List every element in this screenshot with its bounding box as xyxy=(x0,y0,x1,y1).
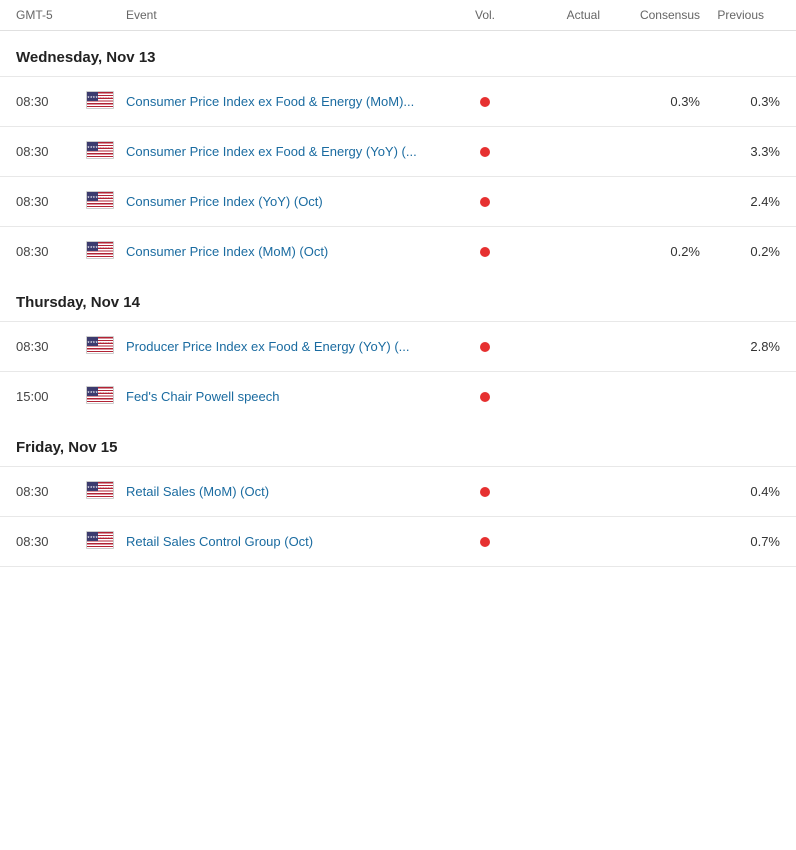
event-previous: 0.7% xyxy=(700,534,780,549)
event-name[interactable]: Consumer Price Index (YoY) (Oct) xyxy=(126,194,460,209)
table-row[interactable]: 08:30 ★★★★★★★★★★★★★★★★★★★★★★★★★★★★★★★★★★… xyxy=(0,76,796,126)
event-time: 08:30 xyxy=(16,194,86,209)
table-row[interactable]: 08:30 ★★★★★★★★★★★★★★★★★★★★★★★★★★★★★★★★★★… xyxy=(0,226,796,276)
event-volatility xyxy=(460,147,510,157)
col-header-time: GMT-5 xyxy=(16,8,86,22)
event-previous: 0.2% xyxy=(700,244,780,259)
event-flag: ★★★★★★★★★★★★★★★★★★★★★★★★★★★★★★★★★★★★★★★★… xyxy=(86,141,126,162)
event-flag: ★★★★★★★★★★★★★★★★★★★★★★★★★★★★★★★★★★★★★★★★… xyxy=(86,531,126,552)
table-row[interactable]: 08:30 ★★★★★★★★★★★★★★★★★★★★★★★★★★★★★★★★★★… xyxy=(0,321,796,371)
sections-container: Wednesday, Nov 1308:30 ★★★★★★★★★★★★★★★★★… xyxy=(0,31,796,567)
event-previous: 2.8% xyxy=(700,339,780,354)
event-name[interactable]: Retail Sales (MoM) (Oct) xyxy=(126,484,460,499)
volatility-dot-icon xyxy=(480,247,490,257)
col-header-previous: Previous xyxy=(700,8,780,22)
table-header: GMT-5 Event Vol. Actual Consensus Previo… xyxy=(0,0,796,31)
table-row[interactable]: 08:30 ★★★★★★★★★★★★★★★★★★★★★★★★★★★★★★★★★★… xyxy=(0,516,796,567)
event-flag: ★★★★★★★★★★★★★★★★★★★★★★★★★★★★★★★★★★★★★★★★… xyxy=(86,91,126,112)
event-time: 15:00 xyxy=(16,389,86,404)
event-name[interactable]: Producer Price Index ex Food & Energy (Y… xyxy=(126,339,460,354)
volatility-dot-icon xyxy=(480,537,490,547)
event-time: 08:30 xyxy=(16,244,86,259)
section-header-wednesday: Wednesday, Nov 13 xyxy=(0,31,796,76)
event-name[interactable]: Consumer Price Index ex Food & Energy (M… xyxy=(126,94,460,109)
event-flag: ★★★★★★★★★★★★★★★★★★★★★★★★★★★★★★★★★★★★★★★★… xyxy=(86,481,126,502)
us-flag-icon: ★★★★★★★★★★★★★★★★★★★★★★★★★★★★★★★★★★★★★★★★… xyxy=(86,191,114,209)
event-name[interactable]: Consumer Price Index ex Food & Energy (Y… xyxy=(126,144,460,159)
us-flag-icon: ★★★★★★★★★★★★★★★★★★★★★★★★★★★★★★★★★★★★★★★★… xyxy=(86,91,114,109)
event-volatility xyxy=(460,537,510,547)
event-name[interactable]: Fed's Chair Powell speech xyxy=(126,389,460,404)
event-time: 08:30 xyxy=(16,94,86,109)
event-volatility xyxy=(460,247,510,257)
section-header-friday: Friday, Nov 15 xyxy=(0,421,796,466)
col-header-vol: Vol. xyxy=(460,8,510,22)
event-volatility xyxy=(460,342,510,352)
table-row[interactable]: 15:00 ★★★★★★★★★★★★★★★★★★★★★★★★★★★★★★★★★★… xyxy=(0,371,796,421)
event-previous: 3.3% xyxy=(700,144,780,159)
event-consensus: 0.3% xyxy=(600,94,700,109)
col-header-consensus: Consensus xyxy=(600,8,700,22)
table-row[interactable]: 08:30 ★★★★★★★★★★★★★★★★★★★★★★★★★★★★★★★★★★… xyxy=(0,126,796,176)
volatility-dot-icon xyxy=(480,487,490,497)
volatility-dot-icon xyxy=(480,342,490,352)
volatility-dot-icon xyxy=(480,392,490,402)
event-flag: ★★★★★★★★★★★★★★★★★★★★★★★★★★★★★★★★★★★★★★★★… xyxy=(86,191,126,212)
event-time: 08:30 xyxy=(16,484,86,499)
section-header-thursday: Thursday, Nov 14 xyxy=(0,276,796,321)
us-flag-icon: ★★★★★★★★★★★★★★★★★★★★★★★★★★★★★★★★★★★★★★★★… xyxy=(86,386,114,404)
event-volatility xyxy=(460,197,510,207)
us-flag-icon: ★★★★★★★★★★★★★★★★★★★★★★★★★★★★★★★★★★★★★★★★… xyxy=(86,241,114,259)
event-time: 08:30 xyxy=(16,339,86,354)
event-previous: 0.4% xyxy=(700,484,780,499)
us-flag-icon: ★★★★★★★★★★★★★★★★★★★★★★★★★★★★★★★★★★★★★★★★… xyxy=(86,481,114,499)
event-volatility xyxy=(460,392,510,402)
volatility-dot-icon xyxy=(480,147,490,157)
volatility-dot-icon xyxy=(480,197,490,207)
volatility-dot-icon xyxy=(480,97,490,107)
event-previous: 0.3% xyxy=(700,94,780,109)
event-flag: ★★★★★★★★★★★★★★★★★★★★★★★★★★★★★★★★★★★★★★★★… xyxy=(86,336,126,357)
event-volatility xyxy=(460,97,510,107)
event-time: 08:30 xyxy=(16,144,86,159)
us-flag-icon: ★★★★★★★★★★★★★★★★★★★★★★★★★★★★★★★★★★★★★★★★… xyxy=(86,531,114,549)
event-volatility xyxy=(460,487,510,497)
col-header-event: Event xyxy=(126,8,460,22)
event-name[interactable]: Consumer Price Index (MoM) (Oct) xyxy=(126,244,460,259)
event-name[interactable]: Retail Sales Control Group (Oct) xyxy=(126,534,460,549)
event-time: 08:30 xyxy=(16,534,86,549)
table-row[interactable]: 08:30 ★★★★★★★★★★★★★★★★★★★★★★★★★★★★★★★★★★… xyxy=(0,466,796,516)
event-flag: ★★★★★★★★★★★★★★★★★★★★★★★★★★★★★★★★★★★★★★★★… xyxy=(86,386,126,407)
event-previous: 2.4% xyxy=(700,194,780,209)
col-header-actual: Actual xyxy=(510,8,600,22)
table-row[interactable]: 08:30 ★★★★★★★★★★★★★★★★★★★★★★★★★★★★★★★★★★… xyxy=(0,176,796,226)
event-flag: ★★★★★★★★★★★★★★★★★★★★★★★★★★★★★★★★★★★★★★★★… xyxy=(86,241,126,262)
event-consensus: 0.2% xyxy=(600,244,700,259)
us-flag-icon: ★★★★★★★★★★★★★★★★★★★★★★★★★★★★★★★★★★★★★★★★… xyxy=(86,336,114,354)
us-flag-icon: ★★★★★★★★★★★★★★★★★★★★★★★★★★★★★★★★★★★★★★★★… xyxy=(86,141,114,159)
